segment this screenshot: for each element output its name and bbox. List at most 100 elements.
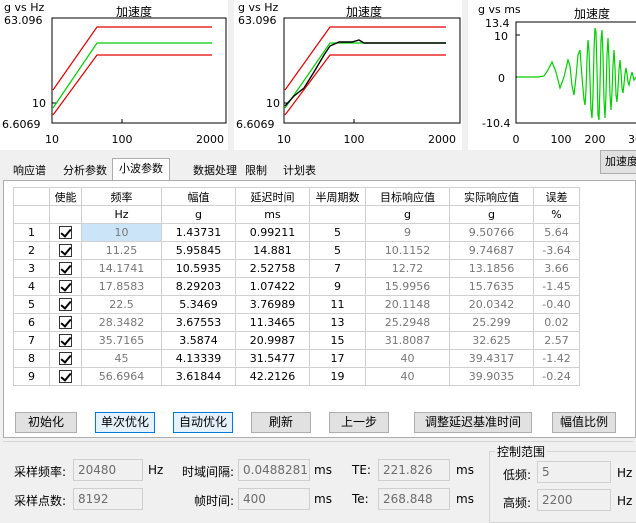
tab-schedule[interactable]: 计划表: [276, 161, 323, 180]
cell-half-cycles[interactable]: 11: [309, 295, 366, 314]
table-row[interactable]: 1 10 1.43731 0.99211 5 9 9.50766 5.64: [13, 223, 580, 242]
sample-points-field[interactable]: 8192: [73, 488, 143, 510]
cell-delay[interactable]: 20.9987: [235, 331, 310, 350]
cell-delay[interactable]: 0.99211: [235, 223, 310, 242]
cell-half-cycles[interactable]: 17: [309, 349, 366, 368]
cell-delay[interactable]: 11.3465: [235, 313, 310, 332]
frame-time-field[interactable]: 400: [238, 488, 310, 510]
time-interval-field[interactable]: 0.0488281: [238, 459, 310, 481]
tab-data-processing[interactable]: 数据处理: [186, 161, 244, 180]
tab-limits[interactable]: 限制: [238, 161, 274, 180]
row-number: 7: [13, 331, 50, 350]
cell-half-cycles[interactable]: 5: [309, 223, 366, 242]
cell-half-cycles[interactable]: 19: [309, 367, 366, 386]
tab-wavelet-params[interactable]: 小波参数: [112, 158, 170, 180]
te-label: TE:: [352, 463, 371, 477]
cell-half-cycles[interactable]: 13: [309, 313, 366, 332]
cell-delay[interactable]: 14.881: [235, 241, 310, 260]
table-row[interactable]: 6 28.3482 3.67553 11.3465 13 25.2948 25.299 0.0…: [13, 313, 580, 332]
acceleration-button[interactable]: 加速度: [600, 150, 636, 174]
tab-response-spectrum[interactable]: 响应谱: [6, 161, 53, 180]
cell-frequency[interactable]: 45: [81, 349, 162, 368]
cell-amplitude[interactable]: 3.5874: [161, 331, 236, 350]
enable-checkbox[interactable]: [49, 277, 82, 296]
cell-frequency[interactable]: 28.3482: [81, 313, 162, 332]
te-lower-field[interactable]: 268.848: [378, 488, 450, 510]
cell-amplitude[interactable]: 5.3469: [161, 295, 236, 314]
enable-checkbox[interactable]: [49, 259, 82, 278]
cell-target: 31.8087: [365, 331, 450, 350]
checkbox-checked-icon[interactable]: [59, 298, 72, 312]
refresh-button[interactable]: 刷新: [251, 412, 311, 433]
cell-target: 9: [365, 223, 450, 242]
col-frequency[interactable]: 频率: [81, 187, 162, 206]
cell-half-cycles[interactable]: 7: [309, 259, 366, 278]
cell-frequency[interactable]: 10: [81, 223, 162, 242]
adjust-delay-base-button[interactable]: 调整延迟基准时间: [414, 412, 532, 433]
cell-amplitude[interactable]: 3.67553: [161, 313, 236, 332]
cell-frequency[interactable]: 22.5: [81, 295, 162, 314]
checkbox-checked-icon[interactable]: [59, 352, 72, 366]
checkbox-checked-icon[interactable]: [59, 262, 72, 276]
table-row[interactable]: 5 22.5 5.3469 3.76989 11 20.1148 20.0342 -0.40: [13, 295, 580, 314]
col-target[interactable]: 目标响应值: [365, 187, 450, 206]
table-row[interactable]: 8 45 4.13339 31.5477 17 40 39.4317 -1.42: [13, 349, 580, 368]
cell-delay[interactable]: 3.76989: [235, 295, 310, 314]
col-delay[interactable]: 延迟时间: [235, 187, 310, 206]
single-optimize-button[interactable]: 单次优化: [95, 412, 155, 433]
table-row[interactable]: 9 56.6964 3.61844 42.2126 19 40 39.9035 -0.24: [13, 367, 580, 386]
checkbox-checked-icon[interactable]: [59, 316, 72, 330]
cell-amplitude[interactable]: 5.95845: [161, 241, 236, 260]
enable-checkbox[interactable]: [49, 223, 82, 242]
auto-optimize-button[interactable]: 自动优化: [173, 412, 233, 433]
cell-amplitude[interactable]: 10.5935: [161, 259, 236, 278]
cell-delay[interactable]: 42.2126: [235, 367, 310, 386]
table-row[interactable]: 4 17.8583 8.29203 1.07422 9 15.9956 15.7635 -1.…: [13, 277, 580, 296]
cell-frequency[interactable]: 56.6964: [81, 367, 162, 386]
cell-frequency[interactable]: 17.8583: [81, 277, 162, 296]
col-amplitude[interactable]: 幅值: [161, 187, 236, 206]
enable-checkbox[interactable]: [49, 241, 82, 260]
low-freq-field[interactable]: 5: [537, 461, 611, 483]
high-freq-field[interactable]: 2200: [537, 489, 611, 511]
enable-checkbox[interactable]: [49, 313, 82, 332]
chart-x-tick: 100: [112, 133, 133, 146]
col-half-cycles[interactable]: 半周期数: [309, 187, 366, 206]
cell-delay[interactable]: 2.52758: [235, 259, 310, 278]
cell-half-cycles[interactable]: 5: [309, 241, 366, 260]
init-button[interactable]: 初始化: [15, 412, 77, 433]
checkbox-checked-icon[interactable]: [59, 334, 72, 348]
tab-analysis-params[interactable]: 分析参数: [56, 161, 114, 180]
cell-amplitude[interactable]: 8.29203: [161, 277, 236, 296]
cell-amplitude[interactable]: 3.61844: [161, 367, 236, 386]
checkbox-checked-icon[interactable]: [59, 370, 72, 384]
table-row[interactable]: 3 14.1741 10.5935 2.52758 7 12.72 13.1856 3.66: [13, 259, 580, 278]
cell-delay[interactable]: 1.07422: [235, 277, 310, 296]
col-error[interactable]: 误差: [533, 187, 580, 206]
enable-checkbox[interactable]: [49, 349, 82, 368]
cell-frequency[interactable]: 14.1741: [81, 259, 162, 278]
enable-checkbox[interactable]: [49, 367, 82, 386]
cell-frequency[interactable]: 11.25: [81, 241, 162, 260]
checkbox-checked-icon[interactable]: [59, 244, 72, 258]
col-actual[interactable]: 实际响应值: [449, 187, 534, 206]
cell-frequency[interactable]: 35.7165: [81, 331, 162, 350]
row-number: 8: [13, 349, 50, 368]
checkbox-checked-icon[interactable]: [59, 280, 72, 294]
cell-amplitude[interactable]: 4.13339: [161, 349, 236, 368]
te-field[interactable]: 221.826: [378, 459, 450, 481]
enable-checkbox[interactable]: [49, 295, 82, 314]
cell-delay[interactable]: 31.5477: [235, 349, 310, 368]
enable-checkbox[interactable]: [49, 331, 82, 350]
sample-rate-field[interactable]: 20480: [73, 459, 143, 481]
chart-x-tick: 200: [585, 133, 606, 146]
cell-half-cycles[interactable]: 15: [309, 331, 366, 350]
amplitude-ratio-button[interactable]: 幅值比例: [552, 412, 616, 433]
col-enable[interactable]: 使能: [49, 187, 82, 206]
cell-half-cycles[interactable]: 9: [309, 277, 366, 296]
prev-step-button[interactable]: 上一步: [329, 412, 389, 433]
checkbox-checked-icon[interactable]: [59, 226, 72, 240]
cell-amplitude[interactable]: 1.43731: [161, 223, 236, 242]
table-row[interactable]: 7 35.7165 3.5874 20.9987 15 31.8087 32.625 2.57: [13, 331, 580, 350]
table-row[interactable]: 2 11.25 5.95845 14.881 5 10.1152 9.74687 -3.64: [13, 241, 580, 260]
